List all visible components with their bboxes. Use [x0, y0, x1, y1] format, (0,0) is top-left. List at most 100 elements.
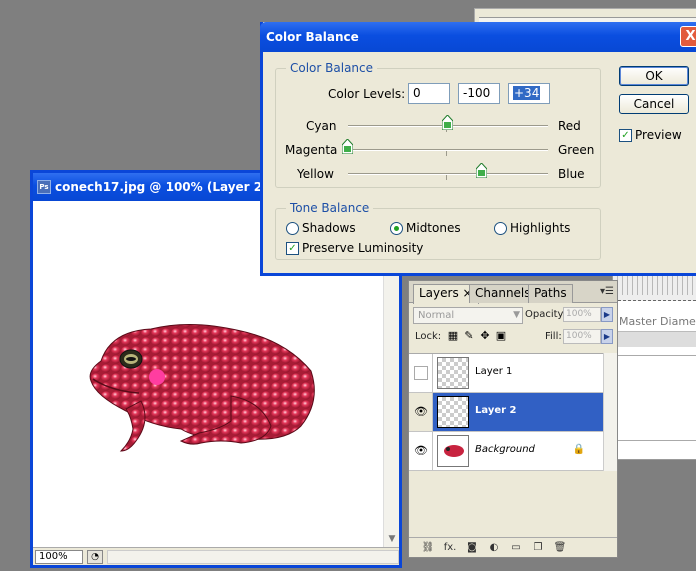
scroll-down-icon[interactable]: ▼	[384, 531, 400, 547]
magenta-label: Magenta	[285, 143, 338, 157]
group-icon[interactable]: ▭	[505, 542, 527, 553]
magenta-green-slider-thumb[interactable]	[342, 139, 353, 154]
layers-panel: Layers × Channels Paths ▾☰ Normal ▼ Opaci…	[408, 280, 618, 558]
status-menu-icon[interactable]: ◔	[87, 549, 103, 564]
brush-panel: Master Diameter	[612, 270, 696, 460]
preserve-luminosity-checkbox[interactable]: ✓ Preserve Luminosity	[286, 241, 423, 255]
brush-list[interactable]	[617, 355, 696, 441]
dialog-titlebar[interactable]: Color Balance X	[260, 22, 696, 52]
frog-image	[89, 324, 315, 452]
zoom-field[interactable]: 100%	[35, 549, 83, 564]
chevron-down-icon: ▼	[513, 310, 520, 320]
layers-panel-tabs: Layers × Channels Paths ▾☰	[409, 281, 617, 304]
green-label: Green	[558, 143, 595, 157]
layers-empty-area	[409, 471, 617, 537]
layers-scrollbar[interactable]	[603, 353, 617, 471]
lock-image-icon[interactable]: ✎	[463, 330, 475, 342]
cancel-button[interactable]: Cancel	[619, 94, 689, 114]
color-levels-label: Color Levels:	[328, 87, 406, 101]
visibility-cell[interactable]	[409, 354, 433, 392]
radio-midtones[interactable]: Midtones	[390, 221, 461, 235]
document-status-bar: 100% ◔	[33, 547, 399, 565]
opacity-field[interactable]: 100%	[563, 307, 601, 322]
photoshop-icon: Ps	[37, 180, 51, 194]
preserve-luminosity-label: Preserve Luminosity	[302, 241, 424, 255]
yellow-label: Yellow	[297, 167, 334, 181]
layer-row[interactable]: 👁 Layer 2	[409, 393, 603, 432]
yellow-blue-slider-thumb[interactable]	[476, 163, 487, 178]
color-balance-group: Color Balance Color Levels: 0 -100 +34 C…	[275, 61, 601, 188]
link-icon[interactable]: ⛓	[417, 542, 439, 553]
layer-thumbnail	[437, 396, 469, 428]
fill-field[interactable]: 100%	[563, 329, 601, 344]
preview-checkbox[interactable]: ✓ Preview	[619, 128, 682, 142]
color-balance-dialog: Color Balance X Color Balance Color Leve…	[260, 22, 696, 276]
visibility-toggle[interactable]	[414, 366, 428, 380]
magenta-green-slider-track[interactable]	[348, 149, 548, 151]
mask-icon[interactable]: ◙	[461, 542, 483, 553]
ok-button[interactable]: OK	[619, 66, 689, 86]
layer-name: Layer 1	[475, 366, 513, 377]
lock-position-icon[interactable]: ✥	[479, 330, 491, 342]
lock-transparent-icon[interactable]: ▦	[447, 330, 459, 342]
blend-row: Normal ▼ Opacity: 100% ▶	[413, 307, 613, 325]
radio-shadows-label: Shadows	[302, 221, 356, 235]
layers-footer: ⛓ fx. ◙ ◐ ▭ ❐ 🗑	[409, 537, 617, 557]
radio-shadows[interactable]: Shadows	[286, 221, 356, 235]
visibility-cell[interactable]: 👁	[409, 432, 433, 470]
lock-icon: 🔒	[572, 444, 585, 455]
blend-mode-value: Normal	[418, 310, 455, 321]
level-yellow-blue-value: +34	[513, 86, 541, 100]
layer-name: Layer 2	[475, 405, 517, 416]
level-yellow-blue-field[interactable]: +34	[508, 83, 550, 104]
eye-icon[interactable]: 👁	[414, 445, 428, 456]
color-balance-group-title: Color Balance	[286, 61, 378, 75]
eye-icon[interactable]: 👁	[414, 406, 428, 417]
master-diameter-label: Master Diameter	[619, 315, 696, 328]
dialog-title: Color Balance	[266, 30, 359, 44]
tone-balance-group: Tone Balance Shadows Midtones Highlights…	[275, 201, 601, 260]
lock-label: Lock:	[415, 331, 442, 342]
radio-circle	[390, 221, 403, 235]
layer-row[interactable]: 👁 Background 🔒	[409, 432, 603, 471]
slider-center-tick	[446, 151, 447, 156]
brush-divider	[613, 331, 696, 347]
layer-list: Layer 1 👁 Layer 2 👁 Background 🔒	[409, 353, 603, 471]
fill-label: Fill:	[545, 331, 562, 342]
preview-label: Preview	[635, 128, 682, 142]
level-magenta-green-field[interactable]: -100	[458, 83, 500, 104]
cyan-label: Cyan	[306, 119, 337, 133]
radio-highlights-label: Highlights	[510, 221, 571, 235]
frog-thumbnail-icon	[444, 445, 464, 457]
document-title: conech17.jpg @ 100% (Layer 2, R	[55, 180, 281, 194]
slider-center-tick	[446, 175, 447, 180]
cyan-red-slider-thumb[interactable]	[442, 115, 453, 130]
blend-mode-select[interactable]: Normal ▼	[413, 307, 523, 324]
close-icon[interactable]: X	[680, 26, 696, 47]
layer-row[interactable]: Layer 1	[409, 354, 603, 393]
checkbox-check-icon: ✓	[619, 128, 632, 142]
radio-highlights[interactable]: Highlights	[494, 221, 570, 235]
tab-paths[interactable]: Paths	[528, 284, 573, 303]
visibility-cell[interactable]: 👁	[409, 393, 433, 431]
yellow-blue-slider-track[interactable]	[348, 173, 548, 175]
layer-thumbnail	[437, 357, 469, 389]
adjustment-icon[interactable]: ◐	[483, 542, 505, 553]
tone-balance-group-title: Tone Balance	[286, 201, 374, 215]
fill-arrow-icon[interactable]: ▶	[601, 329, 613, 344]
checkbox-check-icon: ✓	[286, 241, 299, 255]
panel-menu-icon[interactable]: ▾☰	[600, 286, 614, 297]
level-cyan-red-field[interactable]: 0	[408, 83, 450, 104]
lock-all-icon[interactable]: ▣	[495, 330, 507, 342]
fx-icon[interactable]: fx.	[439, 542, 461, 553]
tab-channels[interactable]: Channels	[469, 284, 537, 303]
tab-layers-label: Layers	[419, 286, 459, 300]
layer-name: Background	[475, 444, 535, 455]
radio-circle	[494, 221, 507, 235]
trash-icon[interactable]: 🗑	[549, 542, 571, 553]
red-label: Red	[558, 119, 581, 133]
opacity-arrow-icon[interactable]: ▶	[601, 307, 613, 322]
brush-dots	[617, 275, 696, 295]
document-horizontal-scrollbar[interactable]	[107, 549, 399, 564]
new-layer-icon[interactable]: ❐	[527, 542, 549, 553]
